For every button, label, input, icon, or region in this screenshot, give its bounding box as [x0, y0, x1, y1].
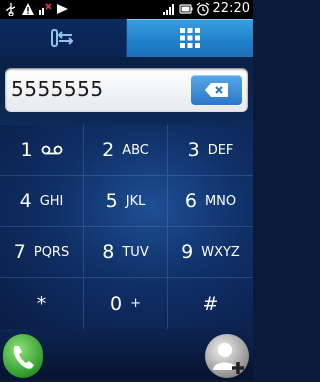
- alarm-icon: [196, 2, 209, 16]
- keypad: 1 2 ABC 3 DEF 4 GHI 5 JKL 6 MNO 7 PQRS 8…: [0, 125, 253, 329]
- key-5[interactable]: 5 JKL: [84, 176, 168, 227]
- key-8[interactable]: 8 TUV: [84, 227, 168, 278]
- key-6[interactable]: 6 MNO: [168, 176, 253, 227]
- key-letters: ABC: [122, 142, 149, 158]
- key-digit: 2: [102, 139, 115, 161]
- key-letters: JKL: [125, 193, 146, 209]
- key-digit: 7: [13, 241, 26, 263]
- warning-icon: [22, 3, 34, 15]
- key-digit: 4: [19, 190, 32, 212]
- key-1[interactable]: 1: [0, 125, 84, 176]
- key-3[interactable]: 3 DEF: [168, 125, 253, 176]
- clock: 22:20: [212, 1, 250, 16]
- dialpad-grid-icon: [180, 28, 200, 48]
- backspace-button[interactable]: [191, 75, 242, 105]
- number-area: 5555555: [0, 57, 253, 125]
- key-hash[interactable]: #: [168, 278, 253, 329]
- key-2[interactable]: 2 ABC: [84, 125, 168, 176]
- key-star[interactable]: *: [0, 278, 84, 329]
- voicemail-icon: [41, 145, 62, 155]
- status-bar: 22:20: [0, 0, 253, 19]
- number-field[interactable]: 5555555: [5, 68, 248, 112]
- tab-call-log[interactable]: [0, 19, 127, 57]
- key-letters: TUV: [122, 244, 149, 260]
- phone-call-icon: [13, 346, 34, 369]
- play-store-icon: [57, 4, 68, 14]
- backspace-icon: [204, 83, 228, 97]
- key-letters: +: [130, 296, 141, 311]
- key-digit: 5: [105, 190, 118, 212]
- key-9[interactable]: 9 WXYZ: [168, 227, 253, 278]
- dialed-number: 5555555: [11, 77, 104, 101]
- usb-icon: [6, 3, 16, 16]
- bottom-bar: [0, 329, 253, 380]
- key-digit: 8: [102, 241, 115, 263]
- key-digit: 1: [20, 139, 33, 161]
- key-7[interactable]: 7 PQRS: [0, 227, 84, 278]
- tab-dialpad[interactable]: [127, 19, 253, 57]
- key-letters: PQRS: [33, 244, 70, 260]
- signal-icon: [162, 4, 174, 15]
- add-contact-button[interactable]: [205, 334, 249, 378]
- key-letters: MNO: [204, 193, 237, 209]
- key-4[interactable]: 4 GHI: [0, 176, 84, 227]
- key-digit: *: [36, 292, 47, 315]
- key-digit: 6: [184, 190, 197, 212]
- dialer-tabs: [0, 19, 253, 57]
- key-letters: GHI: [39, 193, 64, 209]
- key-digit: 3: [187, 139, 200, 161]
- key-0[interactable]: 0 +: [84, 278, 168, 329]
- key-digit: 0: [110, 292, 123, 315]
- battery-icon: [178, 4, 193, 14]
- call-button[interactable]: [3, 334, 43, 378]
- call-log-icon: [51, 29, 74, 47]
- key-digit: #: [202, 292, 219, 315]
- key-letters: DEF: [207, 142, 234, 158]
- add-contact-icon: [213, 343, 244, 374]
- no-signal-icon: [39, 3, 52, 15]
- key-digit: 9: [181, 241, 194, 263]
- key-letters: WXYZ: [201, 244, 240, 260]
